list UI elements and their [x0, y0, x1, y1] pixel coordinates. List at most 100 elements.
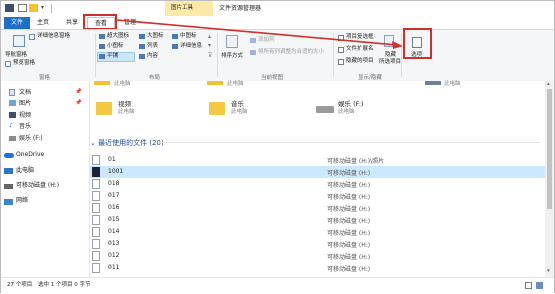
new-folder-icon[interactable]	[29, 4, 38, 12]
details-pane-button[interactable]: 详细信息窗格	[37, 33, 70, 40]
tab-home[interactable]: 主页	[32, 17, 54, 29]
file-row[interactable]: 015 可移动磁盘 (H:)	[90, 214, 545, 226]
file-row[interactable]: 011 可移动磁盘 (H:)	[90, 262, 545, 274]
tile-videos[interactable]: 视频 此电脑	[90, 98, 190, 120]
picture-tools-label: 图片工具	[171, 5, 194, 11]
nav-item-onedrive[interactable]: OneDrive	[16, 151, 44, 159]
tab-file[interactable]: 文件	[4, 17, 30, 29]
view-tab-highlight	[83, 14, 117, 30]
nav-item-pictures[interactable]: 图片	[19, 100, 31, 108]
recent-files-title: 最近使用的文件 (20)	[98, 139, 164, 147]
sort-by-button[interactable]: 排序方式	[221, 53, 243, 60]
layout-scroll-up-icon[interactable]: ▴	[208, 33, 211, 41]
nav-item-network[interactable]: 网络	[16, 197, 28, 205]
scroll-down-icon[interactable]: ▾	[547, 268, 550, 275]
list-button[interactable]: 列表	[147, 43, 158, 50]
file-name: 011	[108, 264, 120, 271]
network-icon	[4, 199, 13, 205]
tiles-button[interactable]: 平铺	[107, 53, 118, 60]
details-icon	[172, 44, 178, 49]
file-row-selected[interactable]: 1001 可移动磁盘 (H:)	[90, 166, 545, 178]
status-bar: 27 个项目 选中 1 个项目 0 字节	[1, 277, 554, 294]
xl-icons-button[interactable]: 超大图标	[107, 33, 129, 40]
image-file-icon	[92, 167, 100, 177]
navigation-pane-button[interactable]: 导航窗格	[5, 52, 27, 59]
nav-item-documents[interactable]: 文档	[19, 89, 31, 97]
scrollbar-thumb[interactable]	[547, 89, 552, 209]
file-row[interactable]: 016 可移动磁盘 (H:)	[90, 202, 545, 214]
details-view-icon[interactable]	[525, 282, 532, 289]
ribbon-separator	[95, 33, 96, 77]
layout-scroll-down-icon[interactable]: ▾	[208, 42, 211, 50]
picture-tools-tab-header: 图片工具	[165, 1, 213, 16]
tile-music[interactable]: 音乐 此电脑	[203, 98, 303, 120]
file-icon	[92, 215, 100, 225]
file-location: 可移动磁盘 (H:)\照片	[327, 158, 385, 165]
medium-icons-button[interactable]: 中图标	[180, 33, 197, 40]
file-location: 可移动磁盘 (H:)	[327, 254, 371, 261]
ribbon: 导航窗格 预览窗格 详细信息窗格 窗格 超大图标 大图标 中图标 小图标 列表 …	[1, 29, 554, 83]
file-name: 01	[108, 156, 116, 163]
explorer-window: ▾ 图片工具 文件资源管理器 文件 主页 共享 查看 管理 导航窗格 预览窗格 …	[0, 0, 555, 294]
options-highlight	[403, 28, 432, 59]
file-icon	[92, 155, 100, 165]
layout-expand-icon[interactable]: ⊽	[208, 52, 212, 60]
large-icons-button[interactable]: 大图标	[147, 33, 164, 40]
file-name: 013	[108, 240, 120, 247]
file-row[interactable]: 013 可移动磁盘 (H:)	[90, 238, 545, 250]
file-row[interactable]: 01 可移动磁盘 (H:)\照片	[90, 154, 545, 166]
nav-item-music[interactable]: 音乐	[19, 123, 31, 131]
details-view-button[interactable]: 详细信息	[180, 43, 202, 50]
nav-item-this-pc[interactable]: 此电脑	[16, 167, 34, 175]
hidden-items-toggle[interactable]	[338, 59, 344, 65]
item-count: 27 个项目	[7, 282, 33, 288]
nav-item-videos[interactable]: 视频	[19, 112, 31, 120]
file-row[interactable]: 012 可移动磁盘 (H:)	[90, 250, 545, 262]
file-icon	[92, 191, 100, 201]
item-checkbox-toggle[interactable]	[338, 35, 344, 41]
customize-qat-icon[interactable]: ▾	[41, 4, 44, 12]
file-icon	[92, 239, 100, 249]
app-icon	[5, 4, 14, 12]
tile-entertainment-drive[interactable]: 娱乐 (F:) 此电脑	[310, 98, 410, 120]
navigation-pane: 文档 📌 图片 📌 视频 ♪ 音乐 娱乐 (F:) OneDrive 此电脑 可…	[1, 81, 90, 277]
preview-pane-button[interactable]: 预览窗格	[13, 60, 35, 67]
size-columns-button[interactable]: 将所有列调整为合适的大小	[258, 49, 324, 56]
sort-by-icon	[226, 35, 238, 48]
recent-files-header[interactable]: ⌄ 最近使用的文件 (20)	[90, 138, 164, 148]
file-name: 012	[108, 252, 120, 259]
hide-selected-button[interactable]: 隐藏	[385, 52, 396, 59]
drive-icon	[9, 136, 16, 141]
tab-share[interactable]: 共享	[61, 17, 83, 29]
properties-icon[interactable]	[18, 4, 27, 12]
pin-icon: 📌	[75, 89, 82, 95]
file-icon	[92, 179, 100, 189]
large-icons-view-icon[interactable]	[536, 282, 543, 289]
file-row[interactable]: 017 可移动磁盘 (H:)	[90, 190, 545, 202]
scroll-up-icon[interactable]: ▴	[547, 81, 550, 88]
small-icons-button[interactable]: 小图标	[107, 43, 124, 50]
current-view-group-label: 当前视图	[261, 75, 284, 81]
removable-disk-icon	[4, 184, 13, 189]
nav-item-entertainment-drive[interactable]: 娱乐 (F:)	[19, 135, 43, 143]
this-pc-icon	[4, 168, 13, 174]
file-icon	[92, 203, 100, 213]
vertical-scrollbar[interactable]: ▴ ▾	[545, 81, 554, 277]
file-name: 018	[108, 180, 120, 187]
ribbon-separator	[401, 33, 402, 77]
add-column-button[interactable]: 添加列	[258, 37, 275, 44]
layout-group-label: 布局	[149, 75, 161, 81]
nav-item-removable-disk[interactable]: 可移动磁盘 (H:)	[16, 182, 59, 190]
onedrive-icon	[4, 153, 14, 158]
file-row[interactable]: 018 可移动磁盘 (H:)	[90, 178, 545, 190]
tab-manage[interactable]: 管理	[115, 17, 145, 29]
small-icons-icon	[99, 44, 105, 49]
content-pane: 此电脑 此电脑 此电脑 视频 此电脑 音乐 此电脑 娱乐 (F:) 此电脑 ⌄ …	[90, 81, 545, 277]
tile-subtitle: 此电脑	[231, 109, 248, 115]
file-row[interactable]: 014 可移动磁盘 (H:)	[90, 226, 545, 238]
selection-info: 选中 1 个项目 0 字节	[38, 282, 91, 288]
file-extensions-toggle[interactable]	[338, 47, 344, 53]
tiles-icon	[99, 54, 105, 59]
file-location: 可移动磁盘 (H:)	[327, 230, 371, 237]
content-button[interactable]: 内容	[147, 53, 158, 60]
